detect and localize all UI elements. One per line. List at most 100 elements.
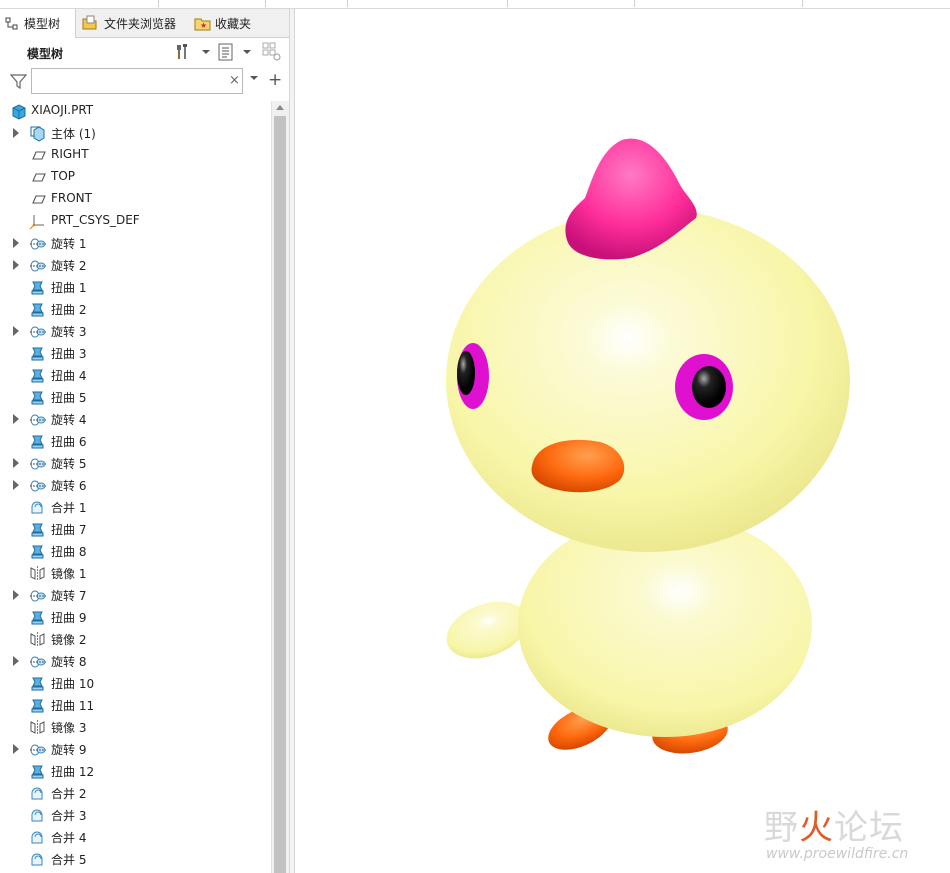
tree-item-label: 扭曲 4 [51, 369, 87, 383]
tab-favorites[interactable]: ★ 收藏夹 [190, 9, 270, 37]
tree-item[interactable]: 旋转 7 [0, 584, 271, 606]
tree-item[interactable]: 扭曲 8 [0, 540, 271, 562]
chick-3d-model[interactable] [295, 9, 950, 873]
tree-item[interactable]: 扭曲 12 [0, 760, 271, 782]
tree-item[interactable]: 镜像 3 [0, 716, 271, 738]
tree-item-label: 合并 2 [51, 787, 87, 801]
tree-item[interactable]: 扭曲 5 [0, 386, 271, 408]
tree-item[interactable]: 扭曲 1 [0, 276, 271, 298]
tree-item[interactable]: 旋转 1 [0, 232, 271, 254]
tree-item[interactable]: 主体 (1) [0, 122, 271, 144]
expand-arrow-icon[interactable] [13, 128, 19, 138]
tree-item[interactable]: 扭曲 4 [0, 364, 271, 386]
tree-item[interactable]: 旋转 8 [0, 650, 271, 672]
tree-item[interactable]: 扭曲 3 [0, 342, 271, 364]
revolve-icon [30, 590, 46, 602]
tree-item[interactable]: 镜像 1 [0, 562, 271, 584]
scroll-up-arrow-icon[interactable] [276, 105, 284, 110]
tab-label: 文件夹浏览器 [104, 16, 177, 31]
tree-item[interactable]: FRONT [0, 188, 271, 210]
tree-item[interactable]: 旋转 2 [0, 254, 271, 276]
tree-item-label: 扭曲 1 [51, 281, 87, 295]
warp-icon [31, 611, 44, 625]
tree-item-label: 扭曲 7 [51, 523, 87, 537]
tree-item[interactable]: RIGHT [0, 144, 271, 166]
expand-arrow-icon[interactable] [13, 326, 19, 336]
tree-item-label: 镜像 3 [51, 721, 87, 735]
tree-item-label: 旋转 9 [51, 743, 87, 757]
tree-item-label: 主体 (1) [51, 127, 96, 141]
tree-item[interactable]: 扭曲 9 [0, 606, 271, 628]
right-pupil [692, 366, 726, 408]
tree-item-label: 扭曲 3 [51, 347, 87, 361]
settings-dropdown-button[interactable] [174, 42, 210, 62]
clear-search-button[interactable]: × [229, 73, 240, 88]
tree-item[interactable]: 旋转 5 [0, 452, 271, 474]
tree-item-label: 旋转 1 [51, 237, 87, 251]
search-options-dropdown[interactable] [250, 76, 258, 80]
tree-item[interactable]: 旋转 4 [0, 408, 271, 430]
expand-arrow-icon[interactable] [13, 238, 19, 248]
tab-folder-browser[interactable]: 文件夹浏览器 [78, 9, 188, 37]
tree-item-label: 扭曲 10 [51, 677, 95, 691]
tree-item[interactable]: 合并 2 [0, 782, 271, 804]
warp-icon [31, 677, 44, 691]
expand-arrow-icon[interactable] [13, 744, 19, 754]
watermark-brand: 野火论坛 [764, 808, 904, 848]
tree-item[interactable]: 扭曲 10 [0, 672, 271, 694]
tree-item[interactable]: 旋转 9 [0, 738, 271, 760]
expand-arrow-icon[interactable] [13, 590, 19, 600]
tree-item[interactable]: 合并 4 [0, 826, 271, 848]
tree-item[interactable]: 合并 3 [0, 804, 271, 826]
merge-icon [31, 501, 43, 514]
tree-item[interactable]: 旋转 6 [0, 474, 271, 496]
expand-arrow-icon[interactable] [13, 656, 19, 666]
model-tree: XIAOJI.PRT 主体 (1) RIGHT TOP FRONT PRT_CSYS_D… [0, 100, 271, 873]
revolve-icon [30, 744, 46, 756]
expand-arrow-icon[interactable] [13, 480, 19, 490]
tree-item[interactable]: 旋转 3 [0, 320, 271, 342]
tree-item[interactable]: 扭曲 6 [0, 430, 271, 452]
tree-item[interactable]: 合并 1 [0, 496, 271, 518]
datum-plane-icon [32, 173, 46, 182]
tree-item-label: 合并 3 [51, 809, 87, 823]
tree-item-label: 旋转 4 [51, 413, 87, 427]
tree-item[interactable]: 扭曲 7 [0, 518, 271, 540]
expand-arrow-icon[interactable] [13, 260, 19, 270]
tree-scrollbar[interactable] [271, 101, 289, 873]
tree-item-label: 扭曲 2 [51, 303, 87, 317]
mirror-icon [30, 566, 45, 581]
revolve-icon [30, 480, 46, 492]
tree-item-label: 合并 5 [51, 853, 87, 867]
tab-model-tree[interactable]: 模型树 [0, 9, 76, 38]
warp-icon [31, 545, 44, 559]
svg-text:★: ★ [200, 21, 207, 30]
tree-item[interactable]: TOP [0, 166, 271, 188]
revolve-icon [30, 458, 46, 470]
left-pupil [457, 351, 475, 395]
tree-item-label: 扭曲 5 [51, 391, 87, 405]
list-view-icon [218, 43, 233, 61]
tree-root[interactable]: XIAOJI.PRT [0, 100, 271, 122]
add-filter-button[interactable]: + [268, 70, 282, 90]
tree-item[interactable]: 合并 5 [0, 848, 271, 870]
graphics-viewport[interactable] [295, 9, 950, 873]
expand-arrow-icon[interactable] [13, 414, 19, 424]
datum-plane-icon [32, 151, 46, 160]
scrollbar-thumb[interactable] [274, 116, 286, 873]
tree-filters-button[interactable] [262, 42, 282, 62]
expand-arrow-icon[interactable] [13, 458, 19, 468]
search-input[interactable] [31, 68, 243, 94]
tree-item[interactable]: 扭曲 11 [0, 694, 271, 716]
tree-item[interactable]: 镜像 2 [0, 628, 271, 650]
tree-item-label: 扭曲 9 [51, 611, 87, 625]
filter-icon[interactable] [10, 74, 27, 90]
show-dropdown-button[interactable] [217, 42, 251, 62]
warp-icon [31, 391, 44, 405]
tree-item-label: 合并 1 [51, 501, 87, 515]
warp-icon [31, 303, 44, 317]
coordinate-system-icon [29, 215, 44, 230]
tree-item[interactable]: PRT_CSYS_DEF [0, 210, 271, 232]
tree-item-label: 旋转 3 [51, 325, 87, 339]
tree-item[interactable]: 扭曲 2 [0, 298, 271, 320]
